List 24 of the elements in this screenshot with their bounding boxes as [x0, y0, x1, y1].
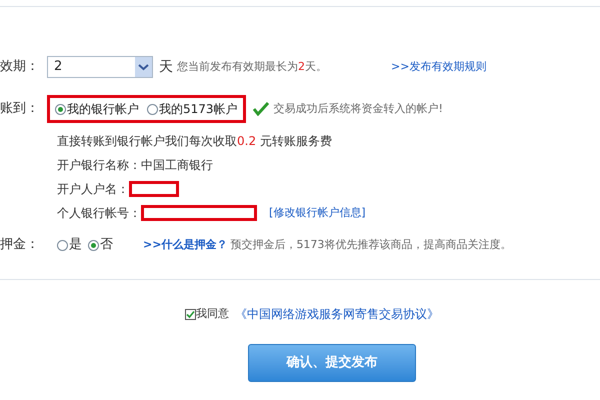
radio-option[interactable]: 否: [88, 235, 113, 255]
note-text: 交易成功后系统将资金转入的帐户!: [274, 100, 443, 117]
highlight-frame: [129, 181, 179, 197]
agreement-link[interactable]: 《中国网络游戏服务网寄售交易协议》: [235, 305, 439, 323]
note-text: 直接转账到银行帐户我们每次收取0.2 元转账服务费: [57, 133, 332, 150]
radio-option[interactable]: 是: [57, 235, 82, 255]
note-text: 预交押金后，5173将优先推荐该商品，提高商品关注度。: [230, 236, 512, 253]
note-text: 您当前发布有效期最长为2天。: [177, 58, 327, 75]
edit-link[interactable]: [修改银行帐户信息]: [269, 204, 366, 222]
agree-checkbox[interactable]: 我同意: [185, 306, 229, 322]
field-label: 效期：: [0, 58, 40, 76]
field-label: 账到：: [0, 100, 40, 118]
select-field[interactable]: 2: [47, 56, 153, 78]
unit-label: 天: [159, 58, 173, 76]
field-label: 个人银行帐号：: [57, 205, 141, 222]
checkmark-icon: [186, 310, 195, 318]
radio-option[interactable]: 我的银行帐户: [55, 100, 139, 118]
field-label: 押金：: [0, 236, 40, 254]
radio-option[interactable]: 我的5173帐户: [147, 100, 238, 118]
check-icon: [252, 102, 269, 116]
field-label: 开户人户名：: [57, 181, 129, 198]
bank-name-text: 开户银行名称：中国工商银行: [57, 157, 213, 174]
rules-link[interactable]: >>发布有效期规则: [391, 58, 486, 76]
help-link[interactable]: >>什么是押金？: [143, 236, 228, 254]
